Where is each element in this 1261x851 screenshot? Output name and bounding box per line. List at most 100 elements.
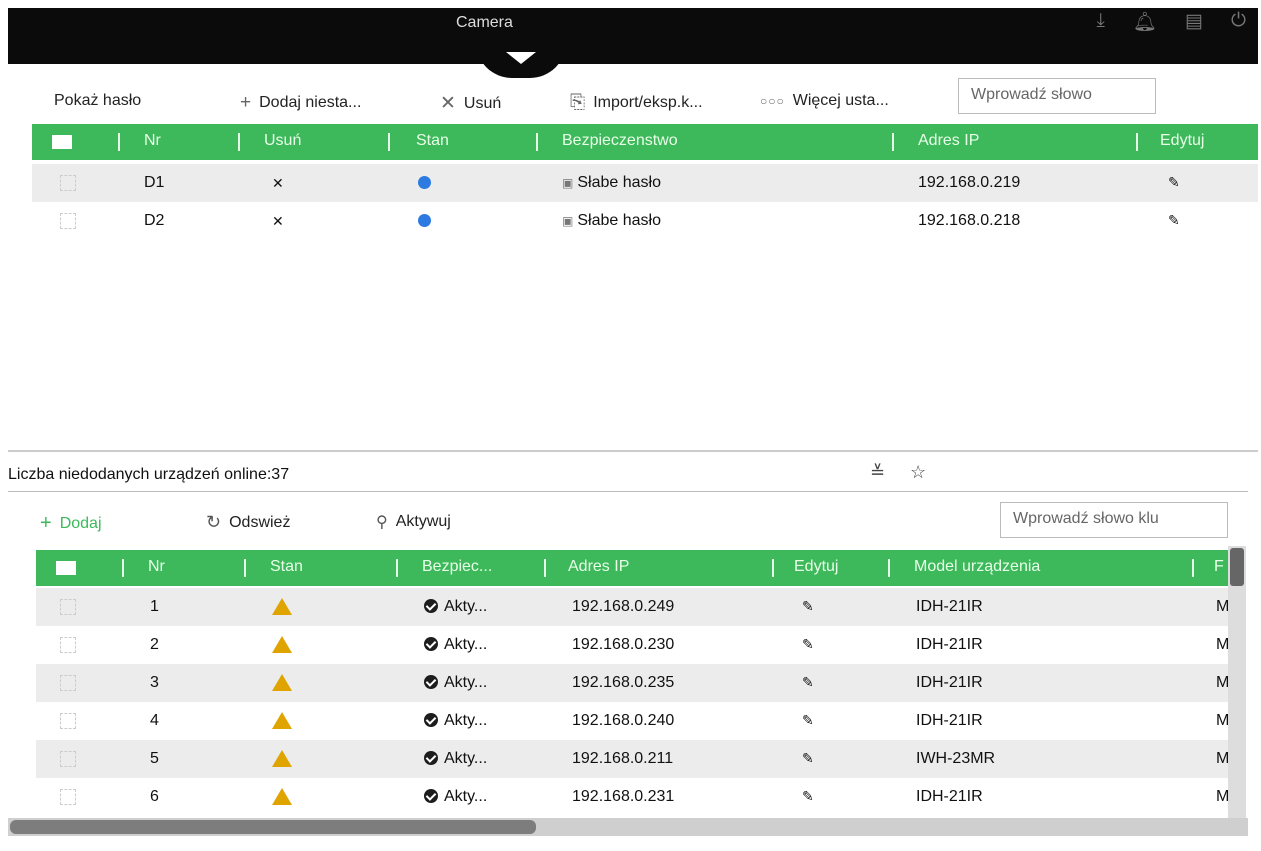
power-icon[interactable]: ⏻ [1231, 10, 1246, 34]
header-nr[interactable]: Nr [148, 558, 165, 576]
download-icon[interactable]: ⤓ [1096, 10, 1104, 34]
row-checkbox[interactable] [60, 713, 76, 729]
security-label: Akty... [444, 598, 488, 615]
header-ip[interactable]: Adres IP [568, 558, 629, 576]
warning-icon [272, 788, 292, 810]
scroll-thumb[interactable] [1230, 548, 1244, 586]
check-circle-icon [424, 675, 438, 689]
row-nr: 5 [150, 750, 159, 767]
header-edit[interactable]: Edytuj [794, 558, 838, 576]
show-password-button[interactable]: Pokaż hasło [54, 92, 141, 110]
header-model[interactable]: Model urządzenia [914, 558, 1040, 576]
edit-icon[interactable]: ✎ [802, 674, 814, 691]
row-checkbox[interactable] [60, 675, 76, 691]
delete-label: Usuń [463, 94, 502, 112]
header-nr[interactable]: Nr [144, 132, 161, 150]
add-button[interactable]: + Dodaj [40, 512, 102, 535]
row-checkbox[interactable] [60, 789, 76, 805]
row-checkbox[interactable] [60, 599, 76, 615]
warning-icon [272, 636, 292, 658]
horizontal-scrollbar[interactable] [8, 818, 1248, 836]
row-ip: 192.168.0.249 [572, 598, 675, 615]
bell-icon[interactable]: 🔔︎ [1133, 10, 1157, 34]
edit-icon[interactable]: ✎ [1168, 212, 1180, 229]
column-separator [892, 133, 894, 151]
delete-button[interactable]: ✕ Usuń [440, 92, 501, 115]
panel-divider[interactable] [8, 450, 1258, 452]
more-icon: ○○○ [760, 94, 785, 108]
check-circle-icon [424, 637, 438, 651]
status-online-icon [418, 214, 431, 232]
security-label: Akty... [444, 636, 488, 653]
security-label: Akty... [444, 674, 488, 691]
column-separator [122, 559, 124, 577]
more-settings-button[interactable]: ○○○ Więcej usta... [760, 92, 889, 110]
table-row[interactable]: 3 Akty... 192.168.0.235 ✎ IDH-21IR M [36, 664, 1229, 702]
security-cell: Akty... [424, 788, 487, 806]
header-security[interactable]: Bezpiec... [422, 558, 492, 576]
collapse-icon[interactable]: ≚ [870, 462, 885, 483]
scroll-thumb[interactable] [10, 820, 536, 834]
table-row[interactable]: 2 Akty... 192.168.0.230 ✎ IDH-21IR M [36, 626, 1229, 664]
vertical-scrollbar[interactable] [1228, 546, 1246, 831]
security-label: Akty... [444, 712, 488, 729]
security-cell: Akty... [424, 712, 487, 730]
security-cell: ▣ Słabe hasło [562, 212, 661, 230]
activate-label: Aktywuj [395, 513, 451, 530]
row-nr: 6 [150, 788, 159, 805]
table-row[interactable]: D1 ✕ ▣ Słabe hasło 192.168.0.219 ✎ [32, 164, 1258, 202]
row-checkbox[interactable] [60, 213, 76, 229]
row-model: IDH-21IR [916, 788, 983, 805]
table-row[interactable]: D2 ✕ ▣ Słabe hasło 192.168.0.218 ✎ [32, 202, 1258, 240]
row-nr: 2 [150, 636, 159, 653]
delete-icon[interactable]: ✕ [272, 213, 284, 230]
edit-icon[interactable]: ✎ [802, 712, 814, 729]
edit-icon[interactable]: ✎ [802, 598, 814, 615]
activate-button[interactable]: ⚲ Aktywuj [376, 512, 451, 532]
header-delete[interactable]: Usuń [264, 132, 301, 150]
select-all-checkbox[interactable] [56, 561, 76, 575]
row-checkbox[interactable] [60, 175, 76, 191]
column-separator [544, 559, 546, 577]
delete-icon[interactable]: ✕ [272, 175, 284, 192]
header-edit[interactable]: Edytuj [1160, 132, 1204, 150]
column-separator [238, 133, 240, 151]
column-separator [888, 559, 890, 577]
header-ip[interactable]: Adres IP [918, 132, 979, 150]
security-cell: ▣ Słabe hasło [562, 174, 661, 192]
import-export-button[interactable]: ⎘ Import/eksp.k... [570, 92, 703, 114]
header-status[interactable]: Stan [416, 132, 449, 150]
plus-icon: + [240, 92, 252, 113]
edit-icon[interactable]: ✎ [1168, 174, 1180, 191]
table-row[interactable]: 4 Akty... 192.168.0.240 ✎ IDH-21IR M [36, 702, 1229, 740]
header-more[interactable]: F [1214, 558, 1224, 576]
check-circle-icon [424, 599, 438, 613]
header-security[interactable]: Bezpieczenstwo [562, 132, 678, 150]
edit-icon[interactable]: ✎ [802, 750, 814, 767]
edit-icon[interactable]: ✎ [802, 788, 814, 805]
table-row[interactable]: 1 Akty... 192.168.0.249 ✎ IDH-21IR M [36, 588, 1229, 626]
pin-icon[interactable]: ☆ [910, 462, 926, 483]
device-toolbar: Pokaż hasło + Dodaj niesta... ✕ Usuń ⎘ I… [8, 70, 1258, 122]
add-label: Dodaj [59, 514, 102, 532]
column-separator [244, 559, 246, 577]
online-search-input[interactable]: Wprowadź słowo klu [1000, 502, 1228, 538]
row-checkbox[interactable] [60, 637, 76, 653]
task-icon[interactable]: ▤ [1185, 10, 1203, 34]
row-checkbox[interactable] [60, 751, 76, 767]
refresh-button[interactable]: ↻ Odswież [206, 512, 290, 533]
column-separator [1192, 559, 1194, 577]
row-ip: 192.168.0.218 [918, 212, 1021, 229]
add-custom-label: Dodaj niesta... [259, 94, 362, 111]
online-count-label: Liczba niedodanych urządzeń online:37 [8, 466, 290, 483]
table-row[interactable]: 5 Akty... 192.168.0.211 ✎ IWH-23MR M [36, 740, 1229, 778]
select-all-checkbox[interactable] [52, 135, 72, 149]
security-label: Słabe hasło [577, 174, 661, 191]
add-custom-button[interactable]: + Dodaj niesta... [240, 92, 361, 114]
search-input[interactable]: Wprowadź słowo [958, 78, 1156, 114]
column-separator [772, 559, 774, 577]
header-status[interactable]: Stan [270, 558, 303, 576]
edit-icon[interactable]: ✎ [802, 636, 814, 653]
table-row[interactable]: 6 Akty... 192.168.0.231 ✎ IDH-21IR M [36, 778, 1229, 816]
row-model: IDH-21IR [916, 674, 983, 691]
